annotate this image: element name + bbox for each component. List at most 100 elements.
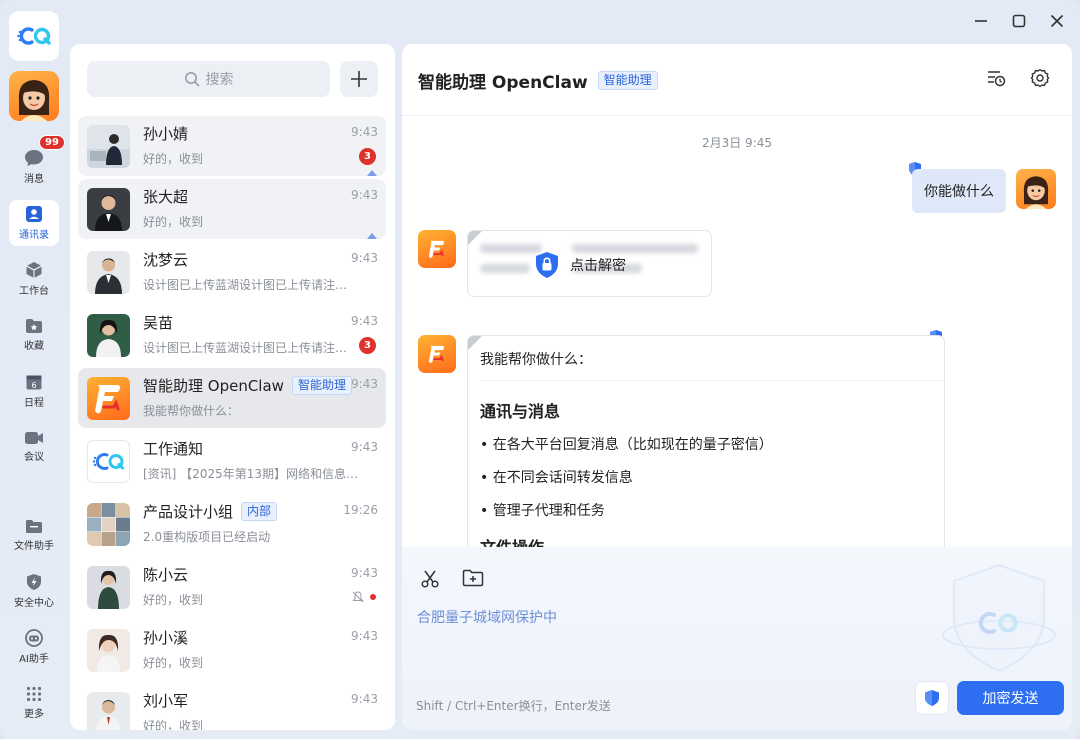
conversation-item[interactable]: 孙小溪 9:43 好的，收到 [78,620,386,680]
contact-avatar [87,692,130,730]
message-time: 9:43 [351,188,378,202]
bot-tag: 智能助理 [291,376,352,395]
message-time: 9:43 [351,251,378,265]
conversation-item[interactable]: 张大超 9:43 好的，收到 [78,179,386,239]
message-time: 9:43 [351,314,378,328]
search-icon [184,72,199,87]
conversation-item[interactable]: 陈小云 9:43 好的，收到 [78,557,386,617]
blurred-text [480,244,542,253]
contacts-icon [26,206,42,222]
rail-item-favorites[interactable]: 收藏 [9,312,59,358]
header-actions [986,68,1050,92]
contact-avatar [87,188,130,231]
mute-status [352,591,376,603]
user-avatar[interactable] [9,71,59,121]
message-preview: 设计图已上传蓝湖设计图已上传请注意查收 [143,278,359,292]
contact-avatar [87,251,130,294]
rail-item-security-center[interactable]: 安全中心 [9,568,59,614]
rail-label: AI助手 [19,654,49,665]
shield-bolt-icon [27,574,41,590]
keyboard-hint: Shift / Ctrl+Enter换行，Enter发送 [416,699,611,713]
rail-item-meeting[interactable]: 会议 [9,424,59,470]
message-preview: 好的，收到 [143,152,204,166]
corner-fold [468,336,482,350]
rail-item-more[interactable]: 更多 [9,680,59,726]
work-notice-avatar [87,440,130,483]
conversation-item[interactable]: 吴苗 9:43 设计图已上传蓝湖设计图已上传请注意查收 3 [78,305,386,365]
conversation-item-selected[interactable]: 智能助理 OpenClaw 智能助理 9:43 我能帮你做什么： [78,368,386,428]
openclaw-logo-icon [95,385,121,414]
rail-label: 通讯录 [19,230,49,241]
pin-indicator [367,170,377,176]
network-protection-status: 合肥量子城域网保护中 [417,610,557,626]
reply-section-heading: 文件操作 [480,534,544,547]
message-timestamp: 2月3日 9:45 [701,136,773,150]
message-time: 9:43 [351,629,378,643]
maximize-button[interactable] [1010,10,1028,32]
conversation-item[interactable]: 工作通知 9:43 [资讯] 【2025年第13期】网络和信息安全周报 [78,431,386,491]
contact-name: 吴苗 [143,314,174,332]
reply-list-item: • 在不同会话间转发信息 [480,470,633,486]
history-button[interactable] [986,68,1006,92]
close-button[interactable] [1048,10,1066,32]
conversation-item[interactable]: 产品设计小组 内部 19:26 2.0重构版项目已经启动 [78,494,386,554]
grid-dots-icon [26,686,42,702]
conversation-item[interactable]: 刘小军 9:43 好的，收到 [78,683,386,730]
message-preview: [资讯] 【2025年第13期】网络和信息安全周报 [143,467,359,481]
close-icon [1050,14,1064,28]
message-composer[interactable]: 合肥量子城域网保护中 Shift / Ctrl+Enter换行，Enter发送 … [402,547,1072,730]
encrypted-send-button[interactable]: 加密发送 [957,681,1064,715]
rail-label: 文件助手 [14,540,54,552]
rail-item-ai-assistant[interactable]: AI助手 [9,624,59,670]
search-input[interactable]: 搜索 [87,61,330,97]
rail-label: 更多 [24,709,44,720]
message-preview: 2.0重构版项目已经启动 [143,530,271,544]
bot-reply-card[interactable]: 我能帮你做什么： 通讯与消息 • 在各大平台回复消息（比如现在的量子密信） • … [467,335,945,547]
rail-label: 收藏 [24,341,44,352]
plus-icon [351,71,367,87]
qc-logo-icon [92,453,124,470]
history-list-icon [988,71,1006,87]
decrypt-button[interactable]: 点击解密 [534,251,626,279]
rail-item-workbench[interactable]: 工作台 [9,256,59,302]
bot-tag: 智能助理 [597,71,658,90]
my-avatar [1016,169,1056,209]
rail-item-calendar[interactable]: 6 日程 [9,368,59,414]
add-button[interactable] [340,61,378,97]
folder-icon [26,519,42,533]
conversation-item[interactable]: 沈梦云 9:43 设计图已上传蓝湖设计图已上传请注意查收 [78,242,386,302]
my-message-bubble[interactable]: 你能做什么 [912,169,1006,213]
message-time: 9:43 [351,566,378,580]
chat-header: 智能助理 OpenClaw 智能助理 [402,44,1072,116]
svg-text:6: 6 [31,381,36,390]
conversation-item[interactable]: 孙小婧 9:43 好的，收到 3 [78,116,386,176]
search-placeholder: 搜索 [205,72,234,88]
bot-avatar [418,230,456,268]
contact-name: 沈梦云 [143,251,189,269]
contact-name: 产品设计小组 内部 [143,501,278,522]
minimize-button[interactable] [972,10,990,32]
screenshot-button[interactable] [420,569,440,593]
scissors-icon [421,570,439,588]
cube-icon [26,262,42,278]
encryption-toggle-button[interactable] [915,681,949,715]
rail-item-contacts[interactable]: 通讯录 [9,200,59,246]
reply-list-item: • 管理子代理和任务 [480,503,605,519]
chat-bubble-icon [25,150,43,166]
rail-item-messages[interactable]: 消息 [9,144,59,190]
encrypted-message-card[interactable]: 点击解密 [467,230,712,297]
attach-file-button[interactable] [462,569,484,593]
settings-button[interactable] [1030,68,1050,92]
message-time: 19:26 [343,503,378,517]
message-time: 9:43 [351,692,378,706]
gear-icon [1030,68,1050,88]
rail-label: 安全中心 [14,598,54,609]
internal-tag: 内部 [241,502,278,521]
message-preview: 设计图已上传蓝湖设计图已上传请注意查收 [143,341,359,355]
message-preview: 好的，收到 [143,719,204,730]
divider [480,380,944,381]
rail-item-file-assistant[interactable]: 文件助手 [9,512,59,558]
pin-indicator [367,233,377,239]
app-logo [9,11,59,61]
rail-label: 会议 [24,452,44,463]
